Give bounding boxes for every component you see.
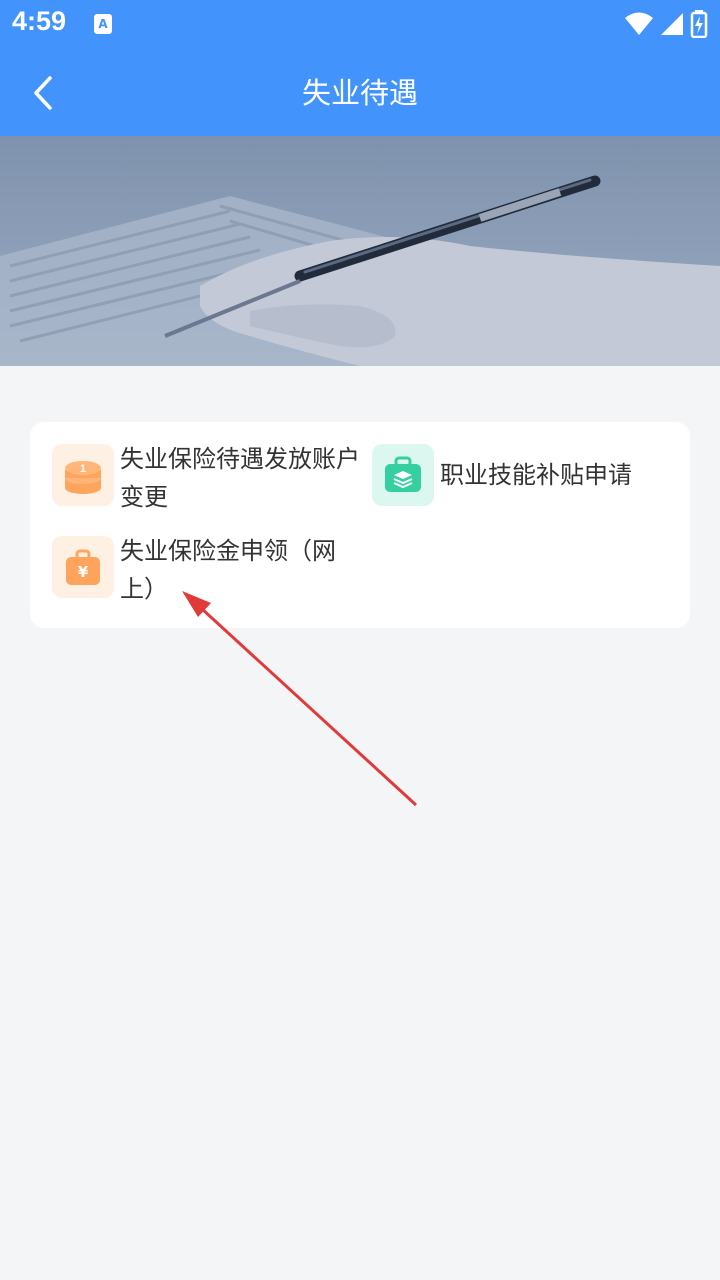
battery-icon [690, 10, 708, 38]
wifi-icon [624, 12, 653, 35]
yuan-bag-icon: ¥ [52, 536, 114, 598]
menu-item-account-change[interactable]: 1 失业保险待遇发放账户变更 [52, 444, 362, 514]
menu-item-skill-subsidy[interactable]: 职业技能补贴申请 [372, 444, 672, 514]
coin-stack-icon: 1 [52, 444, 114, 506]
banner-image [0, 136, 720, 366]
menu-item-label: 失业保险金申领（网上） [120, 537, 336, 603]
status-icons [624, 10, 708, 38]
status-bar: 4:59 A [0, 0, 720, 50]
page-title: 失业待遇 [301, 76, 418, 110]
app-bar: 失业待遇 [0, 50, 720, 136]
service-menu-card: 1 失业保险待遇发放账户变更 职业技能补贴申请 ¥ 失业保险金申领（网上） [30, 422, 690, 628]
menu-item-label: 职业技能补贴申请 [440, 461, 632, 489]
signal-icon [660, 13, 683, 35]
menu-item-label: 失业保险待遇发放账户变更 [120, 445, 360, 511]
svg-text:1: 1 [80, 463, 86, 475]
svg-text:¥: ¥ [78, 563, 89, 581]
menu-item-unemployment-benefit-online[interactable]: ¥ 失业保险金申领（网上） [52, 536, 362, 606]
briefcase-layers-icon [372, 444, 434, 506]
notification-a-icon: A [94, 14, 112, 34]
status-time: 4:59 [12, 6, 67, 36]
